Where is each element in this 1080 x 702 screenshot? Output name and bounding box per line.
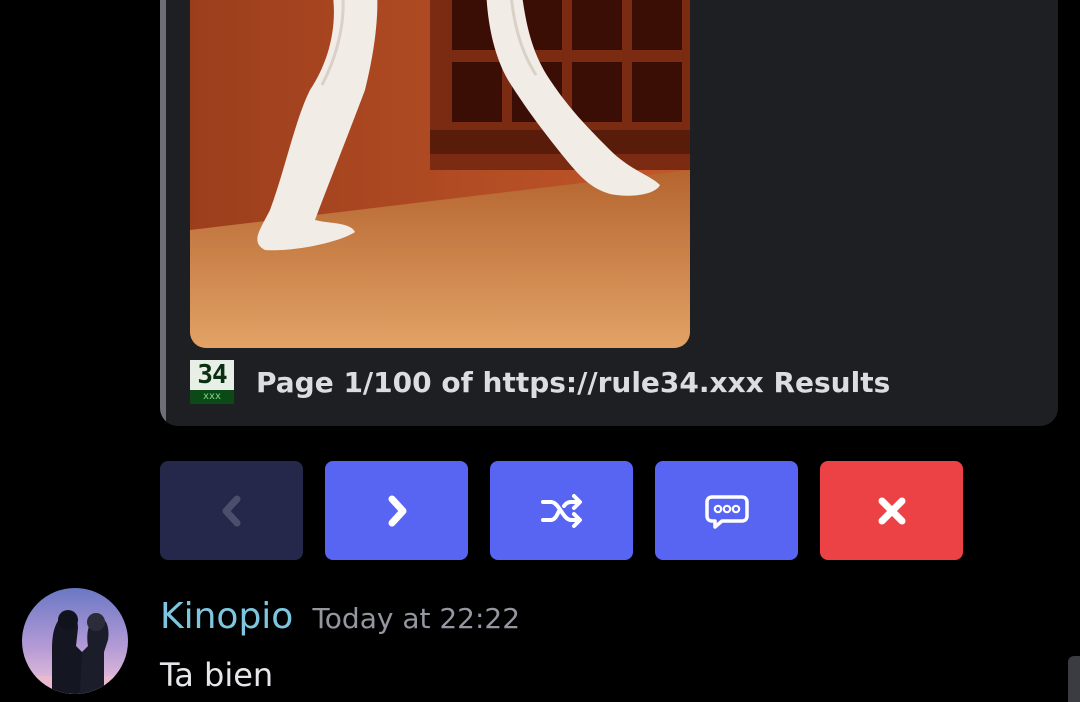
embed-footer-text: Page 1/100 of https://rule34.xxx Results (256, 365, 891, 399)
speech-bubble-icon (704, 494, 749, 529)
previous-button[interactable] (160, 461, 303, 560)
username[interactable]: Kinopio (160, 596, 293, 637)
chat-screen: 34 xxx Page 1/100 of https://rule34.xxx … (0, 0, 1080, 702)
close-button[interactable] (820, 461, 963, 560)
chevron-right-icon (388, 495, 406, 526)
embed-accent-bar (160, 0, 166, 426)
chevron-left-icon (222, 495, 240, 526)
shuffle-button[interactable] (490, 461, 633, 560)
footer-icon-number: 34 (190, 360, 234, 390)
shuffle-icon (540, 493, 582, 528)
embed-footer: 34 xxx Page 1/100 of https://rule34.xxx … (190, 358, 890, 406)
scrollbar[interactable] (1068, 656, 1080, 702)
avatar[interactable] (22, 588, 128, 694)
message-timestamp: Today at 22:22 (312, 602, 521, 635)
rule34-logo-icon: 34 xxx (190, 360, 234, 404)
message-header: Kinopio Today at 22:22 (160, 596, 520, 637)
next-button[interactable] (325, 461, 468, 560)
close-icon (878, 497, 905, 524)
bot-embed: 34 xxx Page 1/100 of https://rule34.xxx … (160, 0, 1058, 426)
comments-button[interactable] (655, 461, 798, 560)
message-text: Ta bien (160, 656, 274, 694)
embed-image[interactable] (190, 0, 690, 348)
footer-icon-sub: xxx (202, 391, 222, 402)
pagination-controls (160, 461, 963, 560)
